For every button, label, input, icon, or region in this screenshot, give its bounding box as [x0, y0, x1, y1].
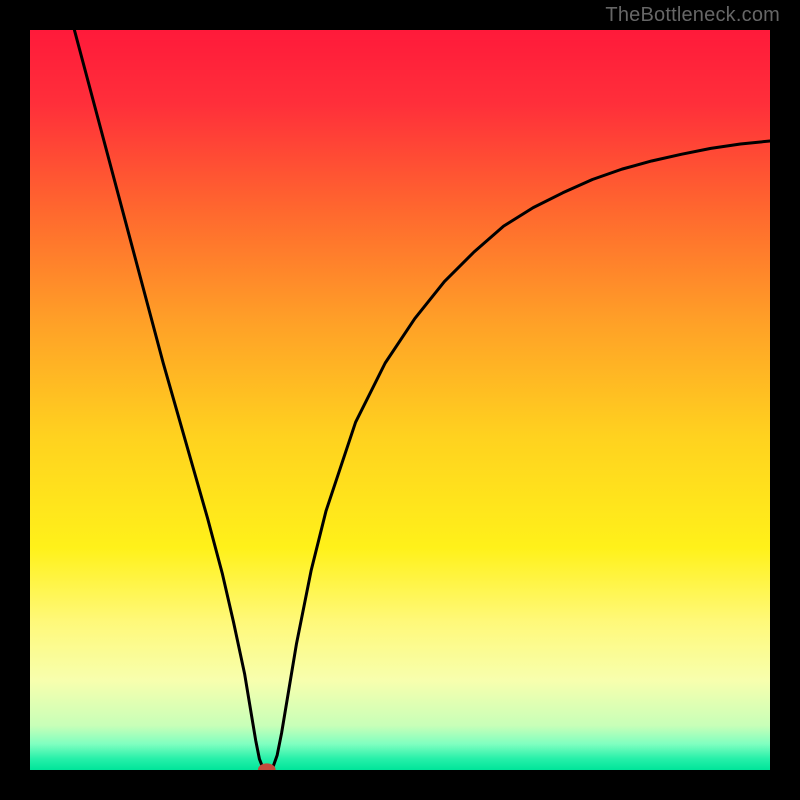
plot-area — [30, 30, 770, 770]
chart-svg — [30, 30, 770, 770]
watermark-text: TheBottleneck.com — [605, 4, 780, 27]
chart-page: TheBottleneck.com — [0, 0, 800, 800]
gradient-background — [30, 30, 770, 770]
